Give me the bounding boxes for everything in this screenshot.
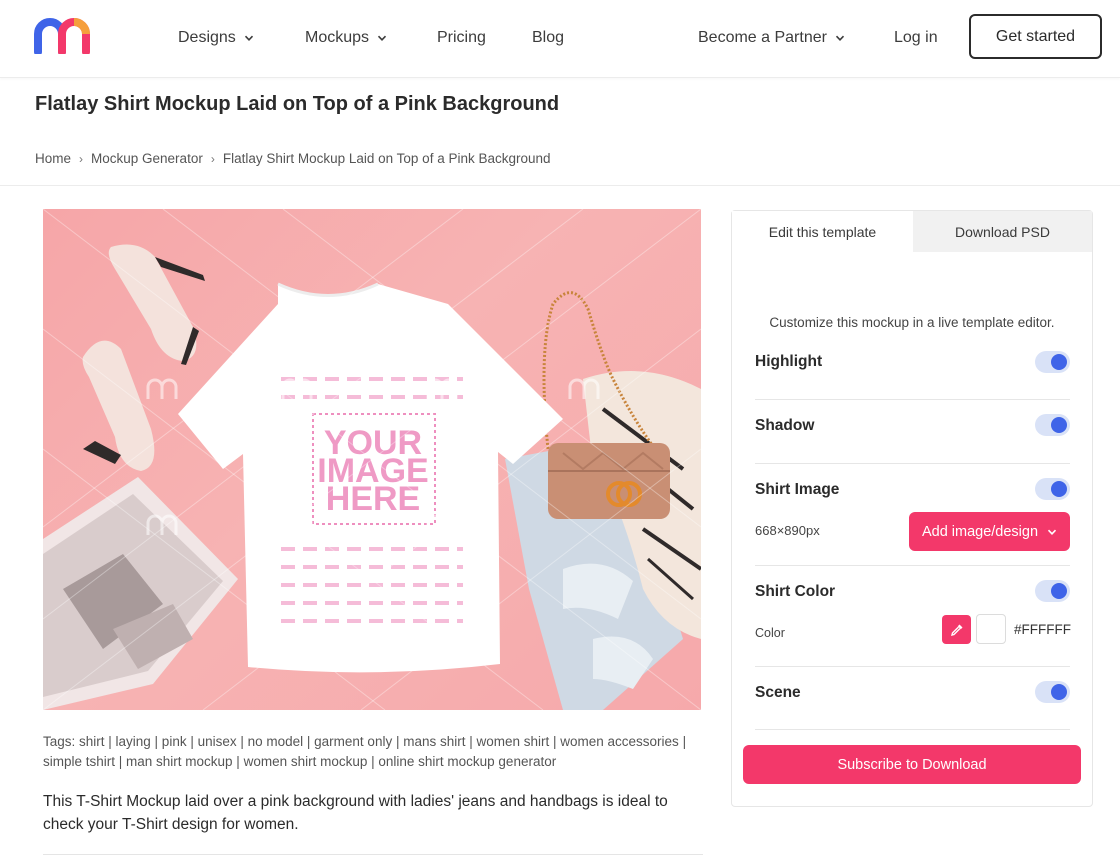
- option-shirt-color: Shirt Color Color #FFFFFF: [755, 566, 1071, 667]
- high-heels-illustration: [82, 244, 205, 471]
- option-shirt-image-label: Shirt Image: [755, 481, 840, 498]
- add-image-design-button[interactable]: Add image/design: [909, 512, 1070, 551]
- nav-designs-label: Designs: [178, 29, 236, 46]
- color-label: Color: [755, 626, 785, 640]
- option-scene: Scene: [755, 667, 1070, 730]
- tab-edit-template[interactable]: Edit this template: [732, 211, 913, 252]
- option-highlight: Highlight: [755, 337, 1070, 400]
- chevron-down-icon: [835, 35, 845, 41]
- nav-designs[interactable]: Designs: [178, 0, 254, 76]
- option-highlight-label: Highlight: [755, 353, 823, 370]
- eyedropper-icon: [950, 624, 962, 636]
- chevron-down-icon: [1047, 529, 1057, 535]
- add-image-label: Add image/design: [921, 523, 1039, 540]
- panel-intro-text: Customize this mockup in a live template…: [769, 315, 1055, 330]
- panel-tabs: Edit this template Download PSD: [732, 211, 1092, 252]
- breadcrumb-mockup-generator[interactable]: Mockup Generator: [91, 151, 203, 166]
- shirt-image-toggle[interactable]: [1035, 478, 1070, 500]
- option-scene-label: Scene: [755, 684, 801, 701]
- toggle-knob: [1051, 354, 1067, 370]
- nav-pricing-label: Pricing: [437, 29, 486, 46]
- nav-mockups-label: Mockups: [305, 29, 370, 46]
- nav-blog-label: Blog: [532, 29, 565, 46]
- section-divider: [0, 185, 1120, 186]
- login-link[interactable]: Log in: [894, 0, 938, 76]
- content-divider: [43, 854, 703, 855]
- template-options-panel: Edit this template Download PSD Customiz…: [731, 210, 1093, 807]
- chevron-down-icon: [377, 35, 387, 41]
- eyedropper-button[interactable]: [942, 615, 971, 644]
- color-hex-value[interactable]: #FFFFFF: [1014, 622, 1071, 637]
- breadcrumb-current: Flatlay Shirt Mockup Laid on Top of a Pi…: [222, 151, 551, 166]
- top-navigation-bar: Designs Mockups Pricing Blog Become a Pa…: [0, 0, 1120, 78]
- get-started-button[interactable]: Get started: [969, 14, 1102, 59]
- nav-become-partner[interactable]: Become a Partner: [698, 0, 845, 76]
- login-label: Log in: [894, 29, 938, 46]
- breadcrumb-home[interactable]: Home: [35, 151, 71, 166]
- toggle-knob: [1051, 481, 1067, 497]
- option-shirt-color-label: Shirt Color: [755, 583, 836, 600]
- nav-blog[interactable]: Blog: [532, 0, 564, 76]
- chevron-right-icon: ›: [79, 151, 84, 166]
- highlight-toggle[interactable]: [1035, 351, 1070, 373]
- tags-list[interactable]: Tags: shirt | laying | pink | unisex | n…: [43, 732, 703, 772]
- toggle-knob: [1051, 583, 1067, 599]
- option-shadow: Shadow: [755, 400, 1070, 464]
- scene-toggle[interactable]: [1035, 681, 1070, 703]
- color-swatch[interactable]: [976, 614, 1006, 644]
- mockup-preview-image: YOUR IMAGE HERE: [43, 209, 701, 710]
- nav-pricing[interactable]: Pricing: [437, 0, 486, 76]
- nav-partner-label: Become a Partner: [698, 29, 827, 46]
- shadow-toggle[interactable]: [1035, 414, 1070, 436]
- magazine-illustration: [43, 477, 238, 710]
- subscribe-to-download-button[interactable]: Subscribe to Download: [743, 745, 1081, 784]
- mockup-scene-illustration: YOUR IMAGE HERE: [43, 209, 701, 710]
- tab-download-psd[interactable]: Download PSD: [913, 211, 1092, 252]
- shirt-color-toggle[interactable]: [1035, 580, 1070, 602]
- mockup-description: This T-Shirt Mockup laid over a pink bac…: [43, 793, 668, 833]
- toggle-knob: [1051, 684, 1067, 700]
- nav-mockups[interactable]: Mockups: [305, 0, 387, 76]
- chevron-down-icon: [244, 35, 253, 41]
- toggle-knob: [1051, 417, 1067, 433]
- breadcrumb: Home › Mockup Generator › Flatlay Shirt …: [35, 151, 551, 166]
- brand-logo-icon[interactable]: [34, 18, 102, 54]
- handbag-illustration: [548, 443, 670, 519]
- option-shirt-image: Shirt Image 668×890px Add image/design: [755, 464, 1070, 566]
- image-size-text: 668×890px: [755, 523, 820, 538]
- option-shadow-label: Shadow: [755, 417, 815, 434]
- page-title: Flatlay Shirt Mockup Laid on Top of a Pi…: [35, 93, 560, 115]
- chevron-right-icon: ›: [210, 151, 215, 166]
